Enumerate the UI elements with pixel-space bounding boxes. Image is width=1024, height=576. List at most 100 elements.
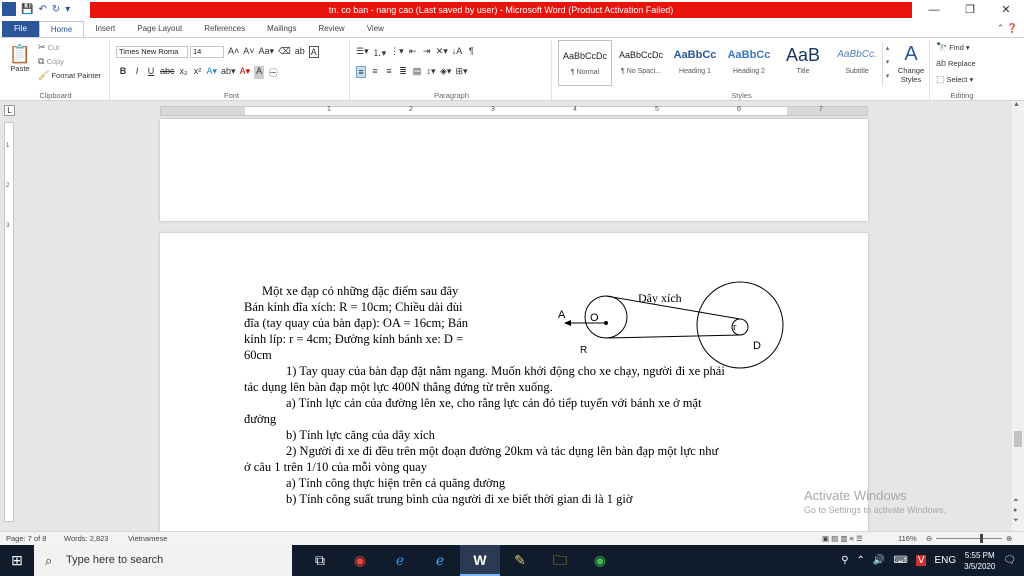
vertical-scrollbar[interactable]: ▲ ⏶ ● ⏷ — [1012, 101, 1024, 531]
next-page-icon[interactable]: ⏷ — [1013, 517, 1019, 525]
help-icon[interactable]: ⌃ ❓ — [997, 23, 1018, 34]
tab-home[interactable]: Home — [38, 21, 85, 37]
word-count[interactable]: Words: 2,823 — [64, 534, 108, 543]
zoom-out-icon[interactable]: ⊖ — [926, 534, 932, 543]
minimize-button[interactable]: — — [916, 0, 952, 20]
chain-diagram[interactable]: Dây xích A O R r D — [550, 281, 790, 371]
customize-qat-icon[interactable]: ▾ — [65, 4, 70, 15]
document-page[interactable]: Một xe đạp có những đặc điểm sau đây Bán… — [160, 233, 868, 533]
grow-font-icon[interactable]: A˄ — [228, 46, 239, 58]
asian-layout-icon[interactable]: ✕▾ — [436, 46, 448, 59]
phonetic-icon[interactable]: ab — [295, 46, 305, 58]
text-effects-icon[interactable]: A▾ — [207, 66, 218, 79]
superscript-icon[interactable]: x² — [193, 66, 203, 79]
language-indicator[interactable]: ENG — [934, 555, 956, 566]
multilevel-icon[interactable]: ⋮▾ — [390, 46, 404, 59]
bold-icon[interactable]: B — [118, 66, 128, 79]
line-spacing-icon[interactable]: ↕▾ — [426, 66, 436, 78]
task-view-icon[interactable]: ⧉ — [300, 545, 340, 576]
zoom-slider-knob[interactable] — [980, 534, 983, 543]
align-left-icon[interactable]: ≡ — [356, 66, 366, 78]
align-center-icon[interactable]: ≡ — [370, 66, 380, 78]
save-icon[interactable]: 💾 — [21, 4, 33, 15]
highlight-icon[interactable]: ab▾ — [221, 66, 236, 79]
edge-icon[interactable]: ℯ — [380, 545, 420, 576]
app-icon[interactable]: ✎ — [500, 545, 540, 576]
tab-page-layout[interactable]: Page Layout — [126, 21, 193, 37]
undo-icon[interactable]: ↶ — [38, 4, 46, 15]
tab-references[interactable]: References — [193, 21, 256, 37]
numbering-icon[interactable]: ⒈▾ — [373, 46, 387, 59]
clear-format-icon[interactable]: ⌫ — [278, 46, 291, 58]
horizontal-ruler[interactable]: 1 2 3 4 5 6 7 — [160, 106, 868, 116]
cut-button[interactable]: ✂ Cut — [38, 42, 59, 53]
chrome-icon[interactable]: ◉ — [340, 545, 380, 576]
style-no-spacing[interactable]: AaBbCcDc ¶ No Spaci... — [614, 40, 668, 86]
subscript-icon[interactable]: x₂ — [179, 66, 189, 79]
sort-icon[interactable]: ↓A — [452, 46, 463, 59]
select-button[interactable]: ⬚ Select ▾ — [936, 74, 973, 85]
word-taskbar-icon[interactable]: W — [460, 545, 500, 576]
bullets-icon[interactable]: ☰▾ — [356, 46, 369, 59]
zoom-slider[interactable] — [936, 538, 1002, 539]
tab-mailings[interactable]: Mailings — [256, 21, 307, 37]
justify-icon[interactable]: ≣ — [398, 66, 408, 78]
clock[interactable]: 5:55 PM 3/5/2020 — [964, 550, 995, 572]
underline-icon[interactable]: U — [146, 66, 156, 79]
prev-page-icon[interactable]: ⏶ — [1013, 497, 1019, 505]
styles-scroll[interactable]: ▴ ▾ ▾ — [882, 42, 892, 86]
style-heading-2[interactable]: AaBbCc Heading 2 — [722, 40, 776, 86]
ie-icon[interactable]: ℯ — [420, 545, 460, 576]
paste-button[interactable]: 📋 Paste — [6, 44, 34, 73]
volume-icon[interactable]: 🔊 — [873, 555, 885, 566]
document-page-previous[interactable] — [160, 119, 868, 221]
increase-indent-icon[interactable]: ⇥ — [422, 46, 432, 59]
align-right-icon[interactable]: ≡ — [384, 66, 394, 78]
file-explorer-icon[interactable]: 🗀 — [540, 545, 580, 576]
style-heading-1[interactable]: AaBbCc Heading 1 — [668, 40, 722, 86]
style-normal[interactable]: AaBbCcDc ¶ Normal — [558, 40, 612, 86]
browse-object-icon[interactable]: ● — [1013, 507, 1017, 514]
input-method-icon[interactable]: V — [915, 555, 927, 566]
zoom-level[interactable]: 116% — [898, 534, 917, 543]
copy-button[interactable]: ⧉ Copy — [38, 56, 64, 67]
tab-review[interactable]: Review — [307, 21, 355, 37]
windows-start-icon[interactable]: ⊞ — [0, 545, 34, 576]
decrease-indent-icon[interactable]: ⇤ — [408, 46, 418, 59]
style-title[interactable]: AaB Title — [776, 40, 830, 86]
network-icon[interactable]: ⌨ — [893, 555, 907, 566]
shrink-font-icon[interactable]: A˅ — [243, 46, 254, 58]
scroll-thumb[interactable] — [1014, 431, 1022, 447]
distributed-icon[interactable]: ▤ — [412, 66, 422, 78]
change-case-icon[interactable]: Aa▾ — [259, 46, 275, 58]
char-border-icon[interactable]: A — [308, 46, 319, 58]
view-buttons-icon[interactable]: ▣ ▤ ▥ ≡ ☰ — [822, 534, 863, 543]
char-shading-icon[interactable]: A — [254, 66, 265, 79]
show-marks-icon[interactable]: ¶ — [466, 46, 476, 59]
tab-file[interactable]: File — [2, 21, 39, 37]
page-count[interactable]: Page: 7 of 8 — [6, 534, 46, 543]
strikethrough-icon[interactable]: abc — [160, 66, 175, 79]
tray-expand-icon[interactable]: ⌃ — [857, 555, 865, 566]
restore-button[interactable]: ❐ — [952, 0, 988, 20]
language-status[interactable]: Vietnamese — [128, 534, 167, 543]
close-button[interactable]: ✕ — [988, 0, 1024, 20]
change-styles-button[interactable]: A Change Styles — [894, 42, 928, 84]
vertical-ruler[interactable]: 1 2 3 — [4, 122, 14, 522]
find-button[interactable]: 🔭 Find ▾ — [936, 42, 970, 53]
notifications-icon[interactable]: 🗨 — [1003, 555, 1016, 566]
chrome-2-icon[interactable]: ◉ — [580, 545, 620, 576]
zoom-in-icon[interactable]: ⊕ — [1006, 534, 1012, 543]
tab-selector[interactable]: L — [4, 105, 15, 116]
tab-insert[interactable]: Insert — [84, 21, 126, 37]
people-icon[interactable]: ⚲ — [841, 555, 848, 566]
taskbar-search[interactable]: ⌕ Type here to search — [34, 545, 292, 576]
font-color-icon[interactable]: A▾ — [240, 66, 251, 79]
enclose-char-icon[interactable]: ㊀ — [268, 66, 278, 79]
borders-icon[interactable]: ⊞▾ — [455, 66, 467, 78]
italic-icon[interactable]: I — [132, 66, 142, 79]
tab-view[interactable]: View — [356, 21, 395, 37]
scroll-up-icon[interactable]: ▲ — [1013, 101, 1020, 108]
shading-icon[interactable]: ◈▾ — [440, 66, 451, 78]
font-size-select[interactable]: 14 — [190, 46, 224, 58]
